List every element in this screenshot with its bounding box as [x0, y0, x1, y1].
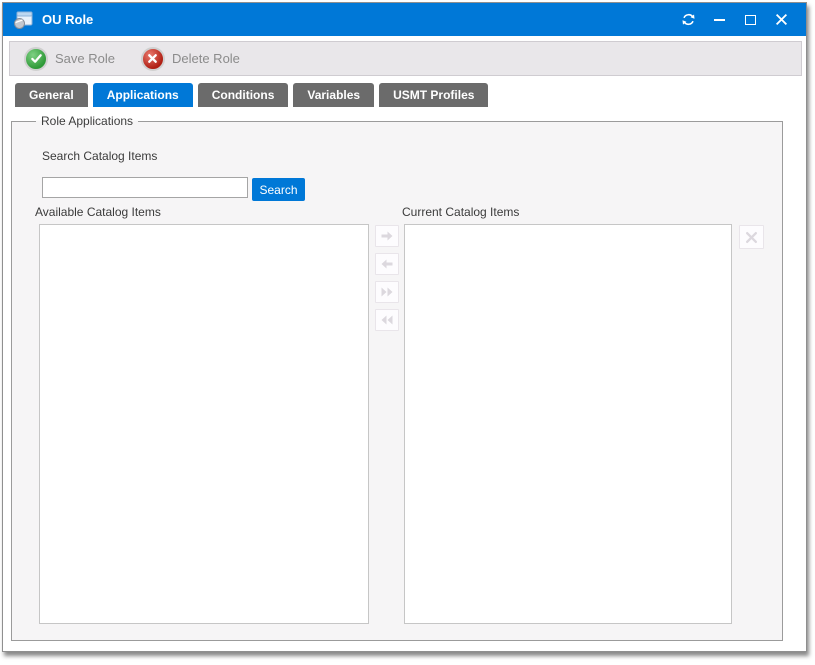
titlebar-controls [677, 9, 806, 31]
move-left-button[interactable] [375, 253, 399, 275]
available-catalog-listbox[interactable] [39, 224, 369, 624]
delete-x-icon [141, 47, 165, 71]
save-role-button[interactable]: Save Role [18, 45, 121, 73]
close-button[interactable] [770, 9, 792, 31]
close-icon [775, 13, 788, 26]
search-catalog-items-label: Search Catalog Items [42, 149, 157, 163]
maximize-button[interactable] [739, 9, 761, 31]
toolbar: Save Role Delete Role [9, 41, 802, 76]
tab-usmt-profiles[interactable]: USMT Profiles [379, 83, 488, 107]
arrow-right-icon [380, 230, 394, 242]
move-all-right-button[interactable] [375, 281, 399, 303]
tab-applications[interactable]: Applications [93, 83, 193, 107]
groupbox-legend: Role Applications [36, 114, 138, 128]
ou-role-window: OU Role [2, 2, 807, 652]
delete-role-button[interactable]: Delete Role [135, 45, 246, 73]
save-check-icon [24, 47, 48, 71]
save-role-label: Save Role [55, 51, 115, 66]
titlebar: OU Role [3, 3, 806, 36]
minimize-icon [714, 19, 725, 21]
available-catalog-items-label: Available Catalog Items [35, 205, 161, 219]
tab-bar: General Applications Conditions Variable… [15, 83, 488, 107]
move-all-left-button[interactable] [375, 309, 399, 331]
double-arrow-right-icon [380, 286, 394, 298]
arrow-left-icon [380, 258, 394, 270]
search-button[interactable]: Search [252, 178, 305, 201]
window-title: OU Role [42, 12, 93, 27]
app-icon [12, 10, 34, 30]
delete-role-label: Delete Role [172, 51, 240, 66]
current-catalog-listbox[interactable] [404, 224, 732, 624]
remove-x-icon [745, 231, 758, 244]
tab-conditions[interactable]: Conditions [198, 83, 289, 107]
refresh-button[interactable] [677, 9, 699, 31]
refresh-icon [681, 12, 696, 27]
role-applications-groupbox: Role Applications Search Catalog Items S… [11, 121, 783, 641]
current-catalog-items-label: Current Catalog Items [402, 205, 519, 219]
double-arrow-left-icon [380, 314, 394, 326]
tab-general[interactable]: General [15, 83, 88, 107]
remove-current-item-button[interactable] [739, 225, 764, 249]
minimize-button[interactable] [708, 9, 730, 31]
maximize-icon [745, 15, 756, 25]
move-right-button[interactable] [375, 225, 399, 247]
search-catalog-input[interactable] [42, 177, 248, 198]
tab-variables[interactable]: Variables [293, 83, 374, 107]
